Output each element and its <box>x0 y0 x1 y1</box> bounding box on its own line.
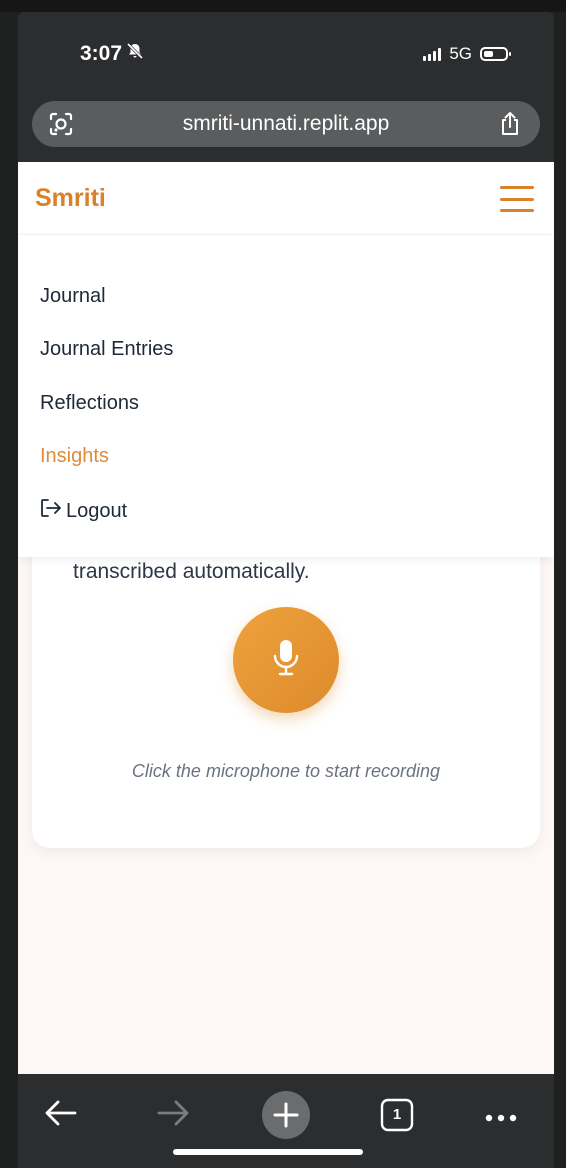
menu-item-label: Journal Entries <box>40 338 174 360</box>
brand-logo[interactable]: Smriti <box>35 184 106 213</box>
phone-screen: 3:07 5G smriti-unnati.replit.app Smriti … <box>18 12 554 1168</box>
forward-arrow-icon[interactable] <box>156 1098 190 1133</box>
menu-item-label: Journal <box>40 285 106 307</box>
signal-icon <box>423 47 442 61</box>
hamburger-line <box>500 197 534 201</box>
menu-item-journal[interactable]: Journal <box>40 285 106 308</box>
menu-item-label: Reflections <box>40 392 139 414</box>
site-navbar: Smriti <box>18 162 554 234</box>
menu-item-reflections[interactable]: Reflections <box>40 392 139 415</box>
menu-toggle-button[interactable] <box>500 186 534 212</box>
menu-item-journal-entries[interactable]: Journal Entries <box>40 338 173 361</box>
hamburger-line <box>500 209 534 212</box>
record-button[interactable] <box>233 607 339 713</box>
status-time: 3:07 <box>80 42 144 66</box>
tabs-button[interactable]: 1 <box>380 1098 414 1132</box>
share-icon[interactable] <box>498 111 522 142</box>
battery-icon <box>480 47 511 61</box>
nav-dropdown-menu: Journal Journal Entries Reflections Insi… <box>18 234 554 557</box>
new-tab-button[interactable] <box>262 1091 310 1144</box>
menu-item-insights[interactable]: Insights <box>40 445 109 468</box>
url-text[interactable]: smriti-unnati.replit.app <box>183 112 390 136</box>
home-indicator[interactable] <box>173 1149 363 1155</box>
web-page: Smriti Journal Journal Entries Reflectio… <box>18 162 554 1074</box>
status-indicators: 5G <box>423 44 511 64</box>
network-label: 5G <box>449 44 472 63</box>
menu-item-label: Logout <box>66 499 128 522</box>
screen-top-edge <box>0 0 566 12</box>
time-label: 3:07 <box>80 42 123 65</box>
logout-icon <box>40 498 62 524</box>
tab-count: 1 <box>392 1106 402 1123</box>
more-options-icon[interactable] <box>484 1110 518 1128</box>
microphone-icon <box>271 638 301 683</box>
menu-item-label: Insights <box>40 445 109 467</box>
hamburger-line <box>500 186 534 189</box>
recording-hint: Click the microphone to start recording <box>131 761 441 781</box>
back-arrow-icon[interactable] <box>44 1098 78 1133</box>
bell-slash-icon <box>126 42 144 66</box>
address-bar[interactable]: smriti-unnati.replit.app <box>32 101 540 147</box>
scan-icon[interactable] <box>48 111 74 142</box>
recorder-description: transcribed automatically. <box>73 560 310 583</box>
menu-item-logout[interactable]: Logout <box>40 498 127 524</box>
